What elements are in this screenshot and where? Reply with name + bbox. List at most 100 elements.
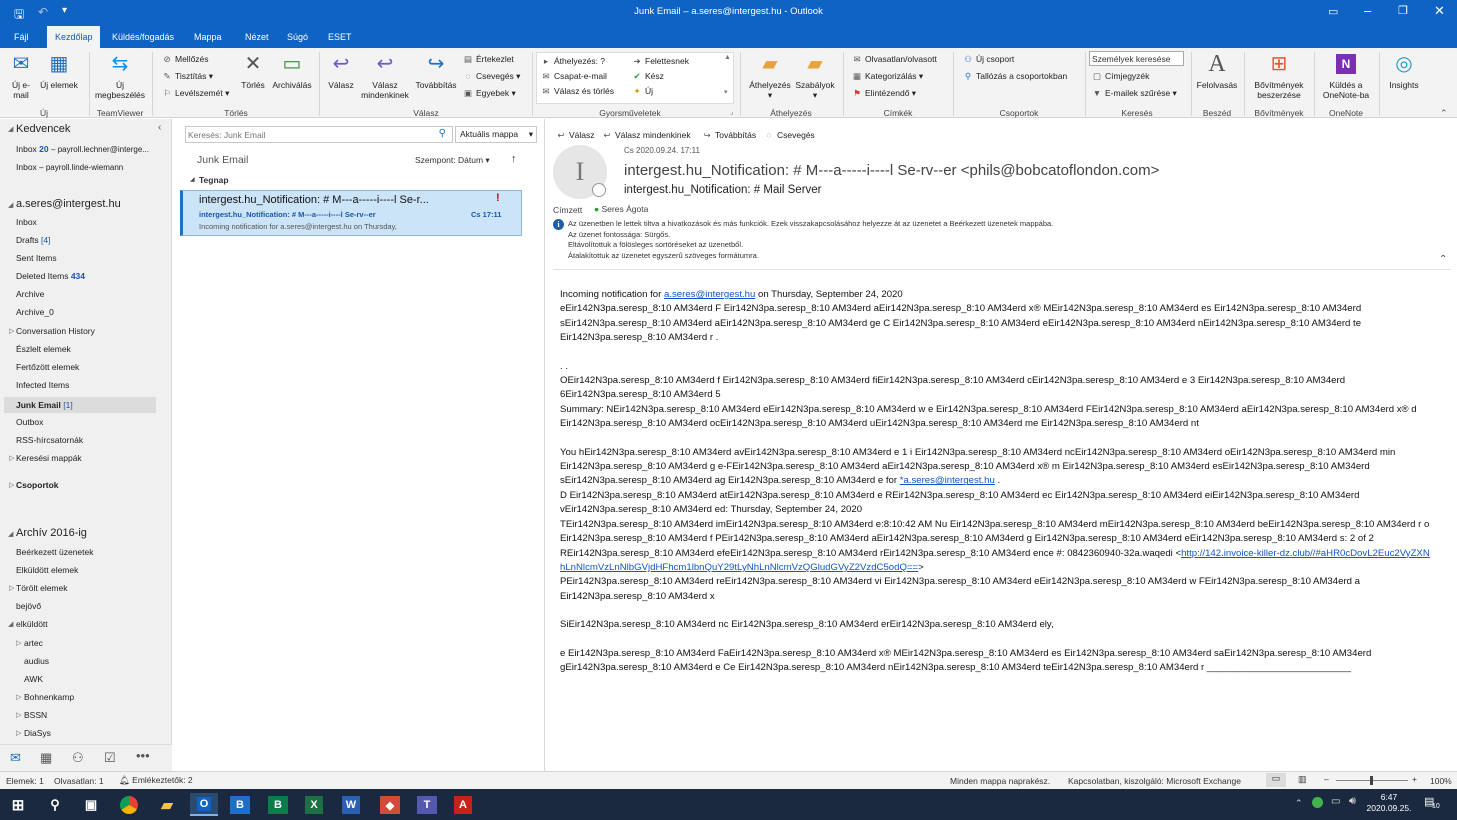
clean-up-button[interactable]: ✎ Tisztítás ▾ xyxy=(162,69,213,83)
quickstep-move[interactable]: ▸ Áthelyezés: ? xyxy=(541,54,605,68)
subfolder-bssn[interactable]: BSSN xyxy=(24,710,47,720)
app-b-icon-1[interactable]: B xyxy=(230,796,250,814)
tab-help[interactable]: Súgó xyxy=(279,26,316,48)
subfolder-audius[interactable]: audius xyxy=(24,656,49,666)
folder-rss[interactable]: RSS-hírcsatornák xyxy=(16,435,83,445)
expand-groups-icon[interactable]: ▷ xyxy=(9,481,14,489)
categorize-button[interactable]: ▦ Kategorizálás ▾ xyxy=(852,69,923,83)
archive-deleted-items[interactable]: Törölt elemek xyxy=(16,583,68,593)
archive-inbox[interactable]: Beérkezett üzenetek xyxy=(16,547,94,557)
gallery-expand[interactable]: ▾ xyxy=(724,88,728,96)
archive-2016-header[interactable]: Archív 2016-ig xyxy=(16,527,87,539)
search-icon[interactable]: ⚲ xyxy=(439,128,446,139)
expand-diasys-icon[interactable]: ▷ xyxy=(16,729,21,737)
folder-conversation-history[interactable]: Conversation History xyxy=(16,326,95,336)
new-group-button[interactable]: ⚇ Új csoport xyxy=(963,52,1014,66)
folder-archive[interactable]: Archive xyxy=(16,289,44,299)
address-book-button[interactable]: ▢ Címjegyzék xyxy=(1092,69,1149,83)
folder-infected-items[interactable]: Infected Items xyxy=(16,380,69,390)
ribbon-display-icon[interactable]: ▭ xyxy=(1328,5,1338,18)
new-items-button[interactable]: ▦ Új elemek xyxy=(38,51,80,90)
delete-button[interactable]: ✕ Törlés xyxy=(238,51,268,90)
folder-deleted-items[interactable]: Deleted Items 434 xyxy=(16,271,85,281)
message-item[interactable]: intergest.hu_Notification: # M---a-----i… xyxy=(180,190,522,236)
calendar-module-icon[interactable]: ▦ xyxy=(40,750,52,766)
search-box[interactable]: ⚲ xyxy=(185,126,453,143)
collapse-group-icon[interactable]: ◢ xyxy=(190,176,195,183)
folder-archive-0[interactable]: Archive_0 xyxy=(16,307,54,317)
quicksteps-launcher[interactable]: ⌟ xyxy=(730,108,733,116)
acrobat-icon[interactable]: A xyxy=(454,796,472,814)
folder-inbox[interactable]: Inbox xyxy=(16,217,37,227)
collapse-account-icon[interactable]: ◢ xyxy=(8,201,13,209)
restore-button[interactable]: ❐ xyxy=(1398,4,1408,17)
volume-icon[interactable]: 🔊︎ xyxy=(1349,795,1356,808)
archive-sent[interactable]: elküldött xyxy=(16,619,48,629)
tab-file[interactable]: Fájl xyxy=(6,26,37,48)
unread-read-button[interactable]: ✉ Olvasatlan/olvasott xyxy=(852,52,936,66)
reading-view-icon[interactable]: ▥ xyxy=(1298,774,1307,785)
file-explorer-icon[interactable]: ▰ xyxy=(155,793,179,816)
im-action[interactable]: ◌ Csevegés xyxy=(764,128,814,142)
quickstep-done[interactable]: ✔ Kész xyxy=(632,69,663,83)
group-header-yesterday[interactable]: Tegnap xyxy=(199,175,229,185)
search-taskbar-icon[interactable]: ⚲ xyxy=(43,793,67,816)
normal-view-icon[interactable]: ▭ xyxy=(1266,773,1286,787)
sort-direction-icon[interactable]: ↑ xyxy=(511,153,517,165)
tab-eset[interactable]: ESET xyxy=(320,26,360,48)
quickstep-new[interactable]: ✦ Új xyxy=(632,84,653,98)
recipient[interactable]: ● Seres Ágota xyxy=(594,204,648,214)
subfolder-diasys[interactable]: DiaSys xyxy=(24,728,51,738)
search-people-input[interactable] xyxy=(1089,51,1184,66)
tab-view[interactable]: Nézet xyxy=(237,26,277,48)
message-from[interactable]: intergest.hu_Notification: # M---a-----i… xyxy=(624,162,1159,179)
send-to-onenote-button[interactable]: N Küldés a OneNote-ba xyxy=(1316,51,1376,100)
new-email-button[interactable]: ✉ Új e-mail xyxy=(6,51,36,100)
close-button[interactable]: ✕ xyxy=(1434,3,1445,19)
folder-junk-email[interactable]: Junk Email [1] xyxy=(4,397,156,413)
chrome-icon[interactable] xyxy=(120,795,138,814)
expand-deleted-icon[interactable]: ▷ xyxy=(9,584,14,592)
collapse-archive-icon[interactable]: ◢ xyxy=(8,530,13,538)
rules-button[interactable]: ▰ Szabályok ▾ xyxy=(794,51,836,100)
archive-sent-items[interactable]: Elküldött elemek xyxy=(16,565,78,575)
folder-sent-items[interactable]: Sent Items xyxy=(16,253,57,263)
mail-module-icon[interactable]: ✉ xyxy=(10,750,21,766)
expand-search-folders-icon[interactable]: ▷ xyxy=(9,454,14,462)
task-view-icon[interactable]: ▣ xyxy=(79,793,103,816)
tab-home[interactable]: Kezdőlap xyxy=(47,26,100,48)
tab-send-receive[interactable]: Küldés/fogadás xyxy=(104,26,182,48)
meeting-button[interactable]: ▤ Értekezlet xyxy=(463,52,514,66)
tasks-module-icon[interactable]: ☑ xyxy=(104,750,116,766)
collapse-sent-icon[interactable]: ◢ xyxy=(8,620,13,628)
move-button[interactable]: ▰ Áthelyezés ▾ xyxy=(748,51,792,100)
quickstep-team-email[interactable]: ✉ Csapat-e-mail xyxy=(541,69,606,83)
filter-email-button[interactable]: ▼ E-mailek szűrése ▾ xyxy=(1092,86,1177,100)
collapse-favorites-icon[interactable]: ◢ xyxy=(8,125,13,133)
teams-icon[interactable]: T xyxy=(417,796,437,814)
archive-incoming[interactable]: bejövő xyxy=(16,601,41,611)
follow-up-button[interactable]: ⚑ Elintézendő ▾ xyxy=(852,86,916,100)
infobar[interactable]: Az üzenetben le lettek tiltva a hivatkoz… xyxy=(568,219,1053,261)
archive-button[interactable]: ▭ Archiválás xyxy=(270,51,314,90)
reply-all-button[interactable]: ↩ Válasz mindenkinek xyxy=(356,51,414,100)
word-icon[interactable]: W xyxy=(342,796,360,814)
tray-eset-icon[interactable] xyxy=(1312,797,1323,808)
forward-button[interactable]: ↪ Továbbítás xyxy=(412,51,460,90)
fav-inbox-lechner[interactable]: Inbox 20 – payroll.lechner@interge... xyxy=(16,144,149,154)
tab-folder[interactable]: Mappa xyxy=(186,26,230,48)
folder-infected-items-hu[interactable]: Fertőzött elemek xyxy=(16,362,79,372)
clock[interactable]: 6:47 2020.09.25. xyxy=(1366,792,1412,814)
reply-all-action[interactable]: ↩ Válasz mindenkinek xyxy=(602,128,690,142)
gallery-scroll-up[interactable]: ▲ xyxy=(724,54,731,61)
zoom-out-icon[interactable]: – xyxy=(1324,774,1329,784)
subfolder-bohnenkamp[interactable]: Bohnenkamp xyxy=(24,692,74,702)
outlook-taskbar-icon[interactable]: O xyxy=(190,793,218,816)
tray-chevron-icon[interactable]: ⌃ xyxy=(1295,798,1303,809)
account-header[interactable]: a.seres@intergest.hu xyxy=(16,198,121,210)
search-input[interactable] xyxy=(188,128,428,141)
minimize-folder-pane-icon[interactable]: ‹ xyxy=(158,122,161,133)
insights-button[interactable]: ◎ Insights xyxy=(1382,51,1426,90)
reply-button[interactable]: ↩ Válasz xyxy=(324,51,358,90)
status-reminders[interactable]: 🔔︎ Emlékeztetők: 2 xyxy=(119,775,193,786)
